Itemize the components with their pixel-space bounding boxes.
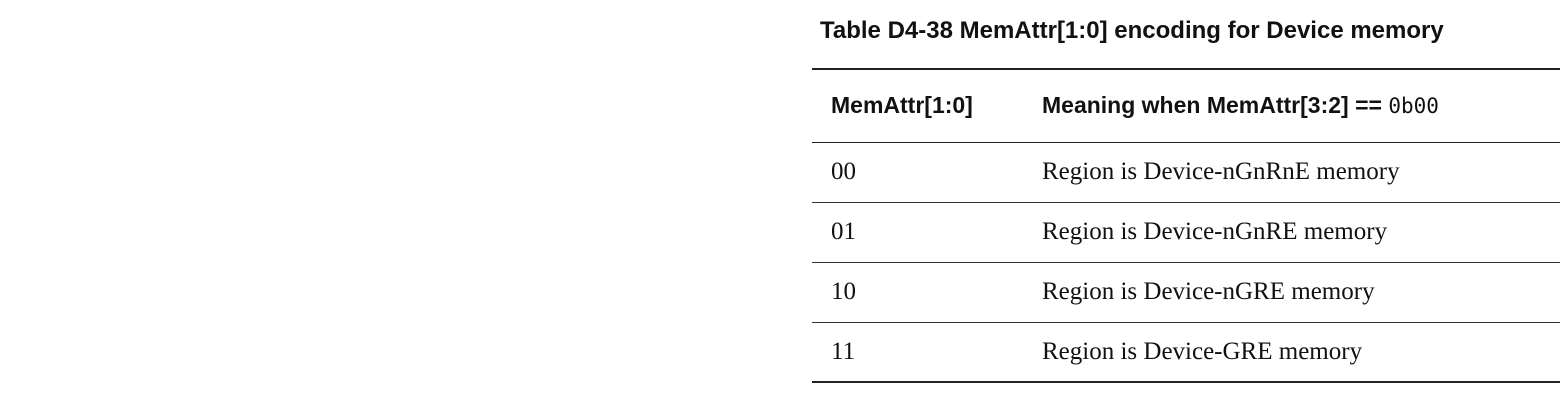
table-row: 00 Region is Device-nGnRnE memory <box>812 142 1560 202</box>
header-meaning-text: Meaning when MemAttr[3:2] == <box>1042 92 1389 119</box>
cell-value: 10 <box>831 278 856 305</box>
cell-value: 11 <box>831 337 856 365</box>
header-meaning: Meaning when MemAttr[3:2] == 0b00 <box>1027 69 1560 142</box>
cell-meaning: Region is Device-nGRE memory <box>1042 278 1375 305</box>
cell-meaning: Region is Device-nGnRnE memory <box>1042 158 1400 185</box>
memattr-encoding-table: MemAttr[1:0] Meaning when MemAttr[3:2] =… <box>812 68 1560 383</box>
cell-value: 01 <box>831 218 856 245</box>
table-header-row: MemAttr[1:0] Meaning when MemAttr[3:2] =… <box>812 69 1560 142</box>
cell-value: 00 <box>831 158 856 185</box>
table-row: 01 Region is Device-nGnRE memory <box>812 202 1560 262</box>
header-meaning-code: 0b00 <box>1388 94 1439 119</box>
table-row: 10 Region is Device-nGRE memory <box>812 262 1560 322</box>
cell-meaning: Region is Device-nGnRE memory <box>1042 218 1388 245</box>
cell-meaning: Region is Device-GRE memory <box>1042 337 1363 365</box>
table-row: 11 Region is Device-GRE memory <box>812 322 1560 382</box>
table-caption: Table D4-38 MemAttr[1:0] encoding for De… <box>820 17 1444 44</box>
header-memattr: MemAttr[1:0] <box>831 92 973 119</box>
